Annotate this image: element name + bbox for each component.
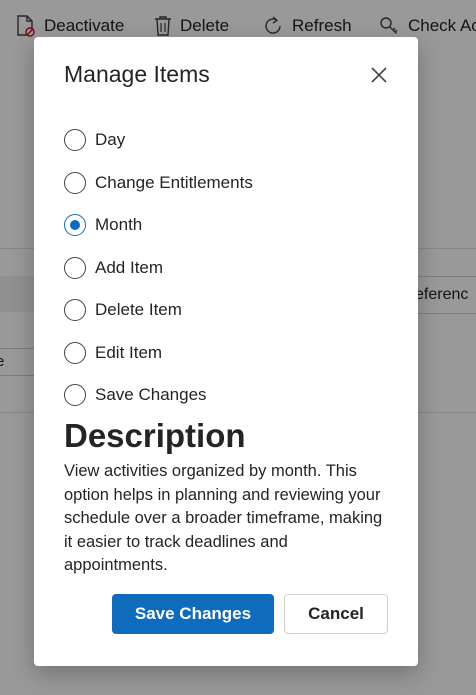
radio-button[interactable] [64, 384, 86, 406]
radio-label: Delete Item [95, 300, 182, 319]
manage-items-dialog: Manage Items Day Change Entitlements Mon… [34, 37, 418, 666]
radio-button[interactable] [64, 129, 86, 151]
close-icon[interactable] [370, 66, 388, 84]
radio-option-change-entitlements[interactable]: Change Entitlements [64, 170, 253, 196]
radio-label: Day [95, 130, 126, 149]
description-text: View activities organized by month. This… [64, 462, 383, 574]
radio-option-add-item[interactable]: Add Item [64, 255, 163, 281]
radio-option-edit-item[interactable]: Edit Item [64, 340, 162, 366]
radio-option-day[interactable]: Day [64, 127, 125, 153]
radio-label: Month [95, 215, 143, 234]
dialog-title: Manage Items [64, 61, 210, 87]
radio-button-selected[interactable] [64, 214, 86, 236]
cancel-button[interactable]: Cancel [284, 594, 388, 634]
radio-option-delete-item[interactable]: Delete Item [64, 297, 182, 323]
radio-option-save-changes[interactable]: Save Changes [64, 382, 207, 408]
radio-option-month[interactable]: Month [64, 212, 142, 238]
radio-button[interactable] [64, 342, 86, 364]
radio-button[interactable] [64, 299, 86, 321]
radio-button[interactable] [64, 257, 86, 279]
save-changes-button[interactable]: Save Changes [112, 594, 274, 634]
radio-label: Edit Item [95, 343, 163, 362]
radio-label: Save Changes [95, 385, 207, 404]
radio-label: Change Entitlements [95, 173, 253, 192]
radio-label: Add Item [95, 258, 164, 277]
radio-button[interactable] [64, 172, 86, 194]
description-heading: Description [64, 417, 246, 454]
